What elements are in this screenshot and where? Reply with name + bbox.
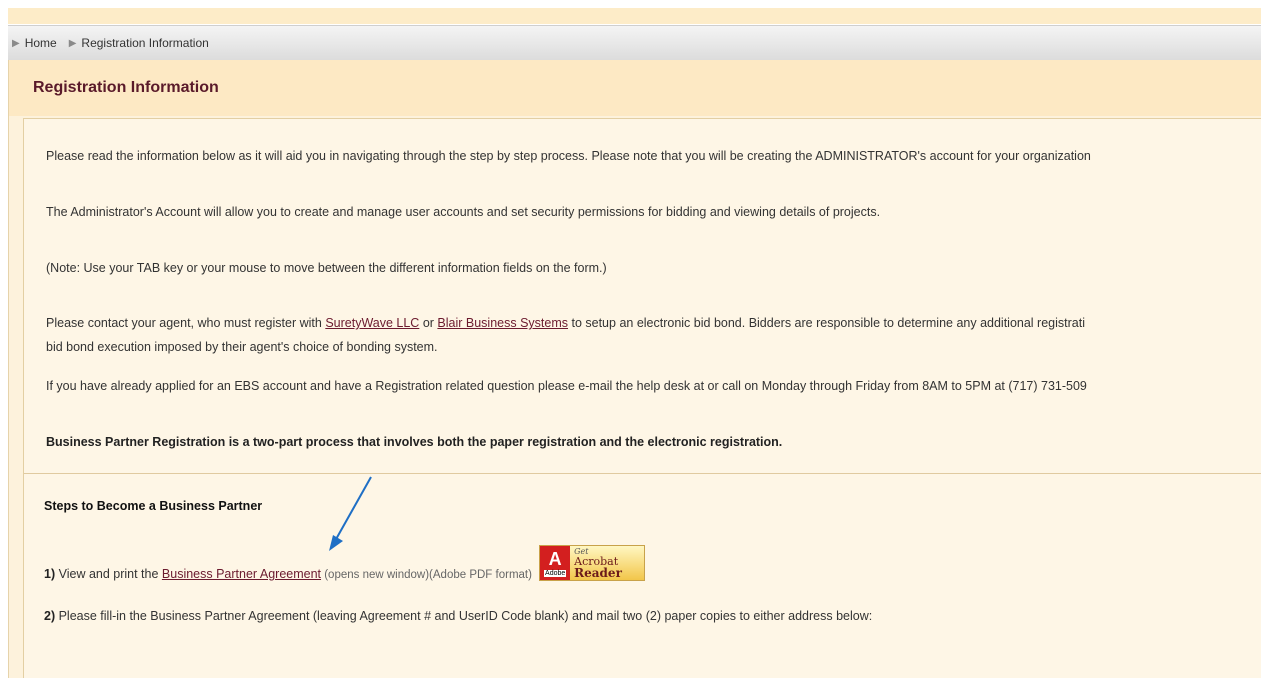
p4-text-pre: Please contact your agent, who must regi… [46,316,326,330]
p4-text-post: to setup an electronic bid bond. Bidders… [568,316,1085,330]
annotation-arrow-icon [329,476,372,551]
content-box: Please read the information below as it … [23,118,1261,678]
step-1-number: 1) [44,567,56,581]
chevron-right-icon: ▶ [12,37,20,49]
step-2-number: 2) [44,609,56,623]
breadcrumb: ▶ Home ▶ Registration Information [8,25,1261,61]
breadcrumb-home-label[interactable]: Home [25,36,57,50]
acrobat-line2: Reader [574,566,622,580]
top-banner [8,8,1261,24]
p4-text-mid: or [419,316,438,330]
step-1-note: (opens new window)(Adobe PDF format) [321,569,536,581]
breadcrumb-home[interactable]: ▶ Home [12,36,57,50]
section-divider [24,473,1261,474]
breadcrumb-registration[interactable]: ▶ Registration Information [69,36,209,50]
info-paragraph-5: If you have already applied for an EBS a… [46,379,1087,393]
info-paragraph-1: Please read the information below as it … [46,149,1091,163]
get-acrobat-reader-badge[interactable]: A Adobe Get Acrobat Reader [539,545,646,581]
page-title: Registration Information [33,79,219,96]
blair-business-systems-link[interactable]: Blair Business Systems [437,316,568,330]
chevron-right-icon: ▶ [68,37,77,49]
info-paragraph-4: Please contact your agent, who must regi… [46,311,1261,359]
p4-text-line2: bid bond execution imposed by their agen… [46,340,438,354]
page-panel: Registration Information Please read the… [8,60,1261,678]
info-paragraph-2: The Administrator's Account will allow y… [46,205,881,219]
suretywave-link[interactable]: SuretyWave LLC [325,316,419,330]
page-header: Registration Information [9,60,1261,116]
breadcrumb-registration-label[interactable]: Registration Information [81,36,208,50]
adobe-logo-icon: A Adobe [540,546,571,580]
info-paragraph-6: Business Partner Registration is a two-p… [46,435,783,449]
step-1-text: View and print the [55,567,162,581]
info-paragraph-3: (Note: Use your TAB key or your mouse to… [46,261,607,275]
business-partner-agreement-link[interactable]: Business Partner Agreement [162,567,321,581]
acrobat-text: Get Acrobat Reader [570,546,622,580]
step-2: 2) Please fill-in the Business Partner A… [44,609,872,623]
adobe-logo-letter: A [548,548,562,569]
step-2-text: Please fill-in the Business Partner Agre… [55,609,873,623]
steps-title: Steps to Become a Business Partner [44,499,263,513]
adobe-logo-word: Adobe [544,569,567,577]
